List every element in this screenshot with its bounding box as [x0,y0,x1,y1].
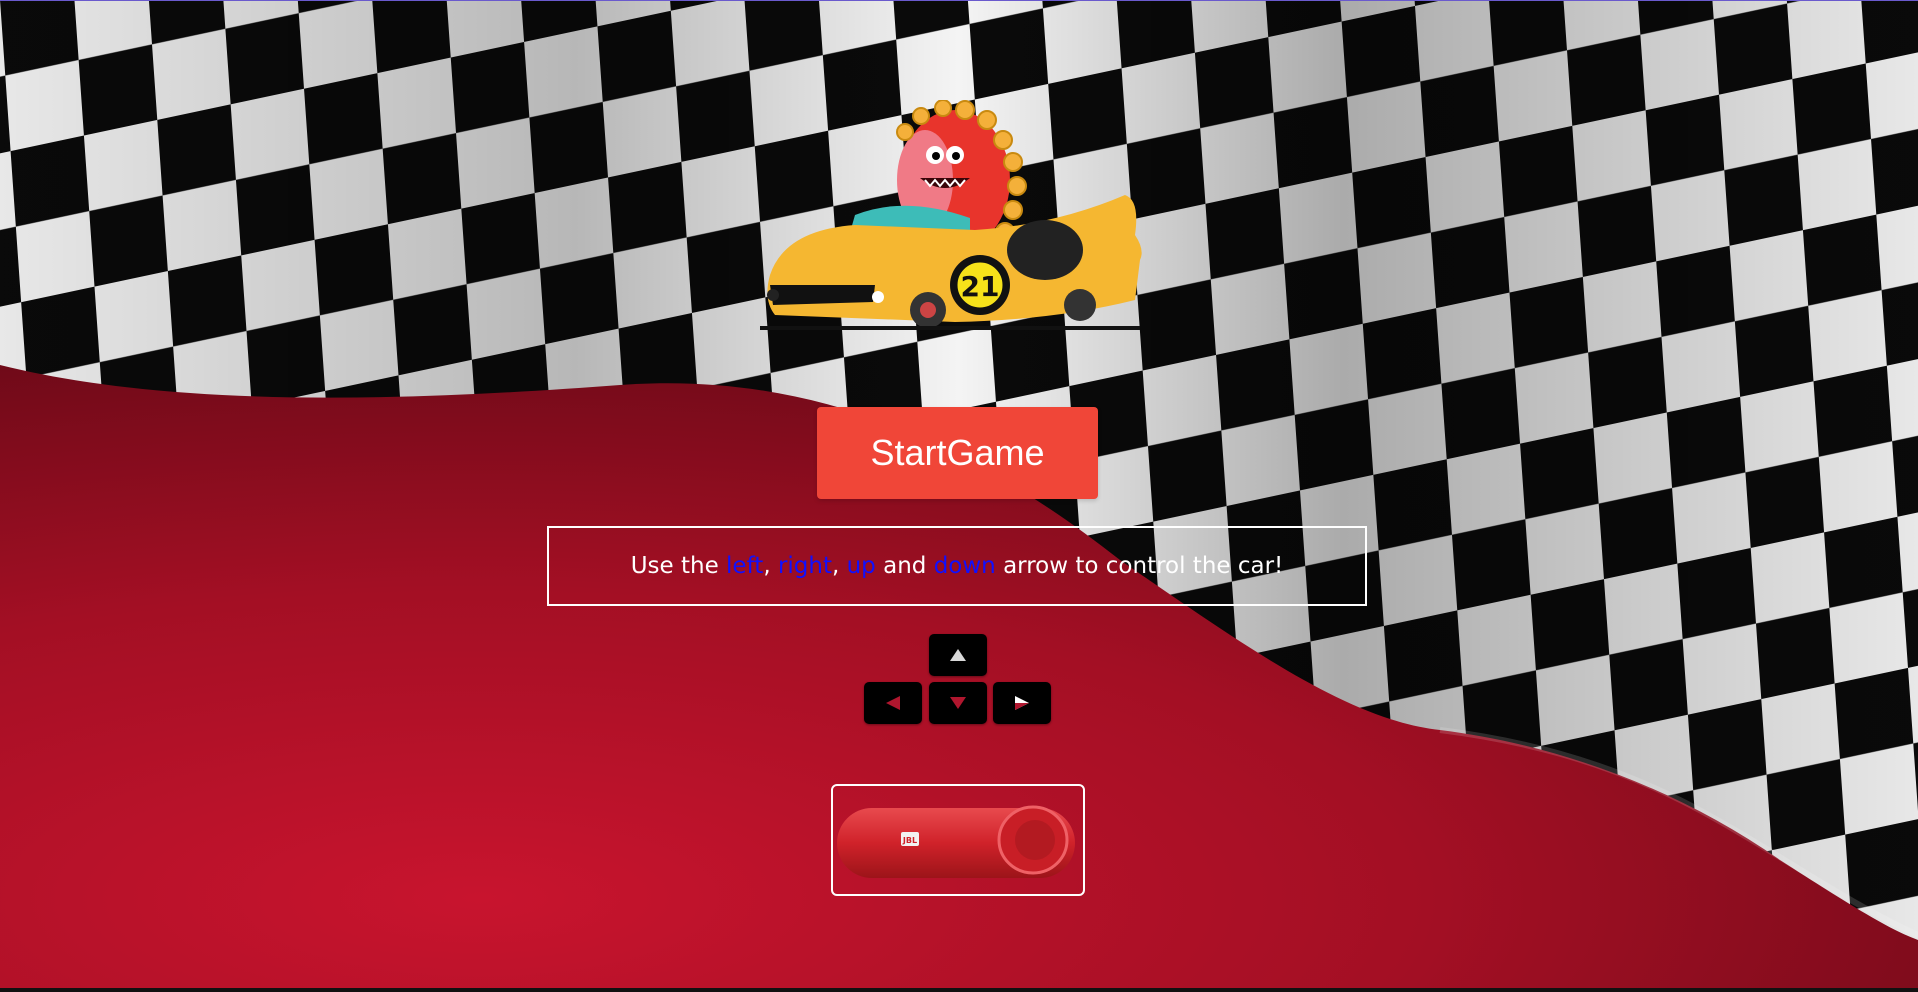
arrow-left-icon [886,696,900,710]
instructions-box: Use the left, right, up and down arrow t… [547,526,1367,606]
svg-text:21: 21 [961,270,1000,303]
instructions-and: and [875,553,934,579]
bottom-edge-bar [0,988,1918,992]
arrow-down-button[interactable] [929,682,987,724]
key-down-label: down [933,553,996,579]
start-game-button[interactable]: StartGame [817,407,1098,499]
race-car-monster-icon: 21 [760,100,1142,330]
arrow-right-icon [1015,696,1029,710]
arrow-right-button[interactable] [993,682,1051,724]
instructions-prefix: Use the [630,553,727,579]
top-border-line [0,0,1918,1]
yellow-race-car: 21 [760,195,1142,330]
arrow-down-icon [950,697,966,709]
instructions-separator: , [831,553,847,579]
key-up-label: up [846,553,876,579]
key-left-label: left [726,553,764,579]
speaker-button[interactable]: JBL [831,784,1085,896]
arrow-left-button[interactable] [864,682,922,724]
key-right-label: right [777,553,832,579]
game-start-screen: 21 StartGame Use the left, right, up and… [0,0,1918,992]
instructions-separator: , [763,553,778,579]
svg-text:JBL: JBL [902,836,917,845]
instructions-suffix: arrow to control the car! [995,553,1284,579]
bluetooth-speaker-icon: JBL [837,805,1075,878]
arrow-up-button[interactable] [929,634,987,676]
arrow-up-icon [950,649,966,661]
